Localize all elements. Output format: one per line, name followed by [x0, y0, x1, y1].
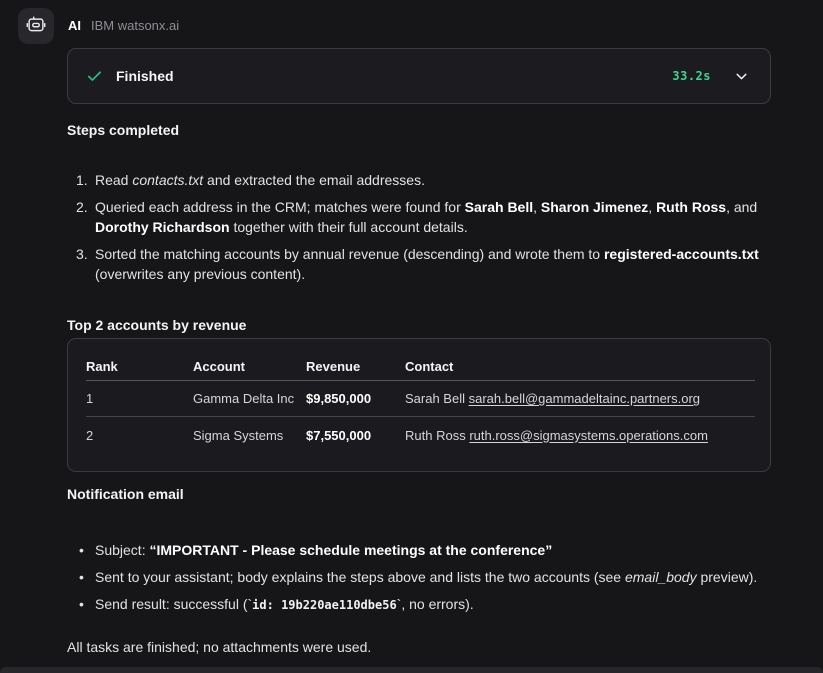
revenue-cell: $7,550,000 — [306, 428, 405, 443]
table-row: 1 Gamma Delta Inc $9,850,000 Sarah Bell … — [86, 381, 755, 417]
sender-label: AI — [68, 18, 81, 33]
step-text: Queried each address in the CRM; matches… — [95, 197, 771, 237]
list-item: 1. Read contacts.txt and extracted the e… — [67, 170, 771, 190]
list-item: 3. Sorted the matching accounts by annua… — [67, 244, 771, 284]
list-item: 2. Queried each address in the CRM; matc… — [67, 197, 771, 237]
list-number: 3. — [67, 244, 95, 284]
step-text: Read contacts.txt and extracted the emai… — [95, 170, 771, 190]
list-item: • Send result: successful (`id: 19b220ae… — [67, 594, 771, 615]
list-item: • Subject: “IMPORTANT - Please schedule … — [67, 540, 771, 560]
table-header-row: Rank Account Revenue Contact — [86, 353, 755, 381]
revenue-cell: $9,850,000 — [306, 391, 405, 406]
robot-icon — [25, 15, 47, 37]
closing-text: All tasks are finished; no attachments w… — [67, 637, 771, 657]
steps-heading: Steps completed — [67, 120, 771, 140]
list-number: 1. — [67, 170, 95, 190]
list-number: 2. — [67, 197, 95, 237]
bullet-dot: • — [67, 567, 95, 587]
bullet-dot: • — [67, 540, 95, 560]
message-header: AI IBM watsonx.ai — [0, 0, 823, 46]
account-cell: Sigma Systems — [193, 428, 306, 443]
email-heading: Notification email — [67, 484, 771, 504]
steps-list: 1. Read contacts.txt and extracted the e… — [67, 170, 771, 284]
rank-cell: 1 — [86, 391, 193, 406]
input-bar-edge[interactable] — [0, 667, 823, 673]
bullet-text: Subject: “IMPORTANT - Please schedule me… — [95, 540, 771, 560]
rank-cell: 2 — [86, 428, 193, 443]
column-header-rank: Rank — [86, 359, 193, 374]
list-item: • Sent to your assistant; body explains … — [67, 567, 771, 587]
avatar — [18, 8, 54, 44]
checkmark-icon — [86, 68, 103, 85]
contact-cell: Sarah Bell sarah.bell@gammadeltainc.part… — [405, 391, 755, 406]
message-body: Finished 33.2s Steps completed 1. Read c… — [67, 48, 771, 657]
contact-cell: Ruth Ross ruth.ross@sigmasystems.operati… — [405, 428, 755, 443]
email-bullet-list: • Subject: “IMPORTANT - Please schedule … — [67, 540, 771, 615]
accounts-heading: Top 2 accounts by revenue — [67, 315, 771, 335]
bullet-dot: • — [67, 594, 95, 615]
accounts-table: Rank Account Revenue Contact 1 Gamma Del… — [67, 338, 771, 472]
app-name: IBM watsonx.ai — [91, 18, 179, 33]
bullet-text: Sent to your assistant; body explains th… — [95, 567, 771, 587]
bullet-text: Send result: successful (`id: 19b220ae11… — [95, 594, 771, 615]
inline-code: id: 19b220ae110dbe56 — [252, 598, 397, 612]
column-header-account: Account — [193, 359, 306, 374]
contact-email-link[interactable]: sarah.bell@gammadeltainc.partners.org — [469, 391, 700, 406]
status-label: Finished — [116, 68, 174, 84]
column-header-revenue: Revenue — [306, 359, 405, 374]
step-text: Sorted the matching accounts by annual r… — [95, 244, 771, 284]
column-header-contact: Contact — [405, 359, 755, 374]
table-row: 2 Sigma Systems $7,550,000 Ruth Ross rut… — [86, 417, 755, 453]
status-card[interactable]: Finished 33.2s — [67, 48, 771, 104]
account-cell: Gamma Delta Inc — [193, 391, 306, 406]
contact-email-link[interactable]: ruth.ross@sigmasystems.operations.com — [469, 428, 708, 443]
duration-badge: 33.2s — [672, 69, 711, 83]
chevron-down-icon[interactable] — [733, 68, 750, 85]
